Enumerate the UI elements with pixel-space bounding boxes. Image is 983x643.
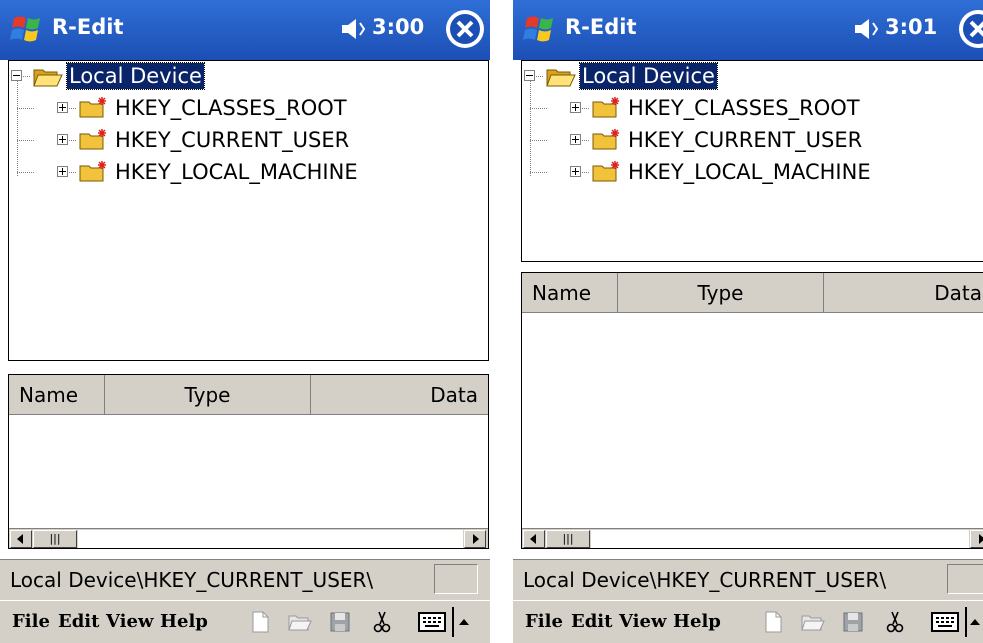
registry-tree[interactable]: Local Device HKEY_CLASSES_ROOT HKEY_CURR… xyxy=(521,60,983,262)
keyboard-icon[interactable] xyxy=(931,610,961,634)
list-header: Name Type Data xyxy=(9,375,488,415)
scroll-track[interactable] xyxy=(78,530,463,548)
close-icon xyxy=(963,14,983,44)
expand-toggle[interactable] xyxy=(57,102,68,113)
scroll-thumb[interactable]: ||| xyxy=(546,530,590,548)
close-button[interactable] xyxy=(446,10,484,48)
registry-folder-icon xyxy=(592,97,619,118)
pocketpc-screen-right: R-Edit 3:01 Local Device HKEY_CLASSES_RO… xyxy=(513,0,983,643)
registry-folder-icon xyxy=(592,129,619,150)
save-icon[interactable] xyxy=(328,610,352,634)
current-path: Local Device\HKEY_CURRENT_USER\ xyxy=(10,568,374,592)
expand-toggle[interactable] xyxy=(57,166,68,177)
expand-toggle[interactable] xyxy=(57,134,68,145)
expand-toggle[interactable] xyxy=(570,102,581,113)
tree-node-local-device[interactable]: Local Device xyxy=(579,62,718,90)
column-data[interactable]: Data xyxy=(311,375,488,415)
column-data[interactable]: Data xyxy=(824,273,983,313)
collapse-toggle[interactable] xyxy=(524,70,535,81)
list-header: Name Type Data xyxy=(522,273,983,313)
status-bar: Local Device\HKEY_CURRENT_USER\ xyxy=(513,559,983,600)
new-document-icon[interactable] xyxy=(761,610,785,634)
title-bar: R-Edit 3:00 xyxy=(0,0,490,60)
column-name[interactable]: Name xyxy=(9,375,105,415)
expand-toggle[interactable] xyxy=(570,166,581,177)
current-path: Local Device\HKEY_CURRENT_USER\ xyxy=(523,568,887,592)
close-icon xyxy=(450,14,480,44)
scroll-right-button[interactable] xyxy=(464,530,486,548)
app-title: R-Edit xyxy=(52,15,124,39)
tree-node-hkey-classes-root[interactable]: HKEY_CLASSES_ROOT xyxy=(115,95,347,121)
open-folder-icon[interactable] xyxy=(288,610,312,634)
menu-view[interactable]: View xyxy=(106,611,153,632)
collapse-toggle[interactable] xyxy=(11,70,22,81)
menu-edit[interactable]: Edit xyxy=(571,611,612,632)
arrow-right-icon xyxy=(473,534,479,544)
chevron-up-icon[interactable] xyxy=(458,613,470,631)
column-type[interactable]: Type xyxy=(105,375,311,415)
pocketpc-screen-left: R-Edit 3:00 Local Device HKEY_CLASSES_RO… xyxy=(0,0,490,643)
clock[interactable]: 3:01 xyxy=(885,15,937,39)
scroll-right-button[interactable] xyxy=(970,530,983,548)
status-box xyxy=(947,564,983,594)
registry-tree[interactable]: Local Device HKEY_CLASSES_ROOT HKEY_CURR… xyxy=(8,60,489,361)
tree-node-hkey-local-machine[interactable]: HKEY_LOCAL_MACHINE xyxy=(115,159,358,185)
tree-node-local-device[interactable]: Local Device xyxy=(66,62,205,90)
menu-help[interactable]: Help xyxy=(673,611,721,632)
windows-flag-icon[interactable] xyxy=(523,12,559,48)
tree-node-hkey-current-user[interactable]: HKEY_CURRENT_USER xyxy=(115,127,349,153)
horizontal-scrollbar[interactable]: ||| xyxy=(522,528,983,548)
status-bar: Local Device\HKEY_CURRENT_USER\ xyxy=(0,559,490,600)
menu-help[interactable]: Help xyxy=(160,611,208,632)
new-document-icon[interactable] xyxy=(248,610,272,634)
keyboard-icon[interactable] xyxy=(418,610,448,634)
app-title: R-Edit xyxy=(565,15,637,39)
tree-node-hkey-local-machine[interactable]: HKEY_LOCAL_MACHINE xyxy=(628,159,871,185)
expand-toggle[interactable] xyxy=(570,134,581,145)
registry-folder-icon xyxy=(79,161,106,182)
registry-folder-icon xyxy=(79,97,106,118)
windows-flag-icon[interactable] xyxy=(10,12,46,48)
menu-view[interactable]: View xyxy=(619,611,666,632)
arrow-right-icon xyxy=(979,534,983,544)
cut-icon[interactable] xyxy=(883,610,907,634)
tree-node-hkey-classes-root[interactable]: HKEY_CLASSES_ROOT xyxy=(628,95,860,121)
scroll-left-button[interactable] xyxy=(10,530,32,548)
cut-icon[interactable] xyxy=(370,610,394,634)
menu-edit[interactable]: Edit xyxy=(58,611,99,632)
open-folder-icon[interactable] xyxy=(801,610,825,634)
column-type[interactable]: Type xyxy=(618,273,824,313)
menu-file[interactable]: File xyxy=(12,611,50,632)
registry-folder-icon xyxy=(592,161,619,182)
open-folder-icon xyxy=(33,69,63,87)
scroll-track[interactable] xyxy=(591,530,969,548)
speaker-icon[interactable] xyxy=(340,16,368,42)
arrow-left-icon xyxy=(17,534,23,544)
open-folder-icon xyxy=(546,69,576,87)
values-list[interactable]: Name Type Data ||| xyxy=(521,272,983,549)
registry-folder-icon xyxy=(79,129,106,150)
column-name[interactable]: Name xyxy=(522,273,618,313)
horizontal-scrollbar[interactable]: ||| xyxy=(9,528,488,548)
chevron-up-icon[interactable] xyxy=(969,613,981,631)
clock[interactable]: 3:00 xyxy=(372,15,424,39)
menu-bar: File Edit View Help xyxy=(0,600,490,643)
status-box xyxy=(434,564,478,594)
scroll-thumb[interactable]: ||| xyxy=(33,530,77,548)
arrow-left-icon xyxy=(530,534,536,544)
scroll-left-button[interactable] xyxy=(523,530,545,548)
menu-file[interactable]: File xyxy=(525,611,563,632)
tree-node-hkey-current-user[interactable]: HKEY_CURRENT_USER xyxy=(628,127,862,153)
speaker-icon[interactable] xyxy=(853,16,881,42)
close-button[interactable] xyxy=(959,10,983,48)
menu-bar: File Edit View Help xyxy=(513,600,983,643)
values-list[interactable]: Name Type Data ||| xyxy=(8,374,489,549)
title-bar: R-Edit 3:01 xyxy=(513,0,983,60)
save-icon[interactable] xyxy=(841,610,865,634)
